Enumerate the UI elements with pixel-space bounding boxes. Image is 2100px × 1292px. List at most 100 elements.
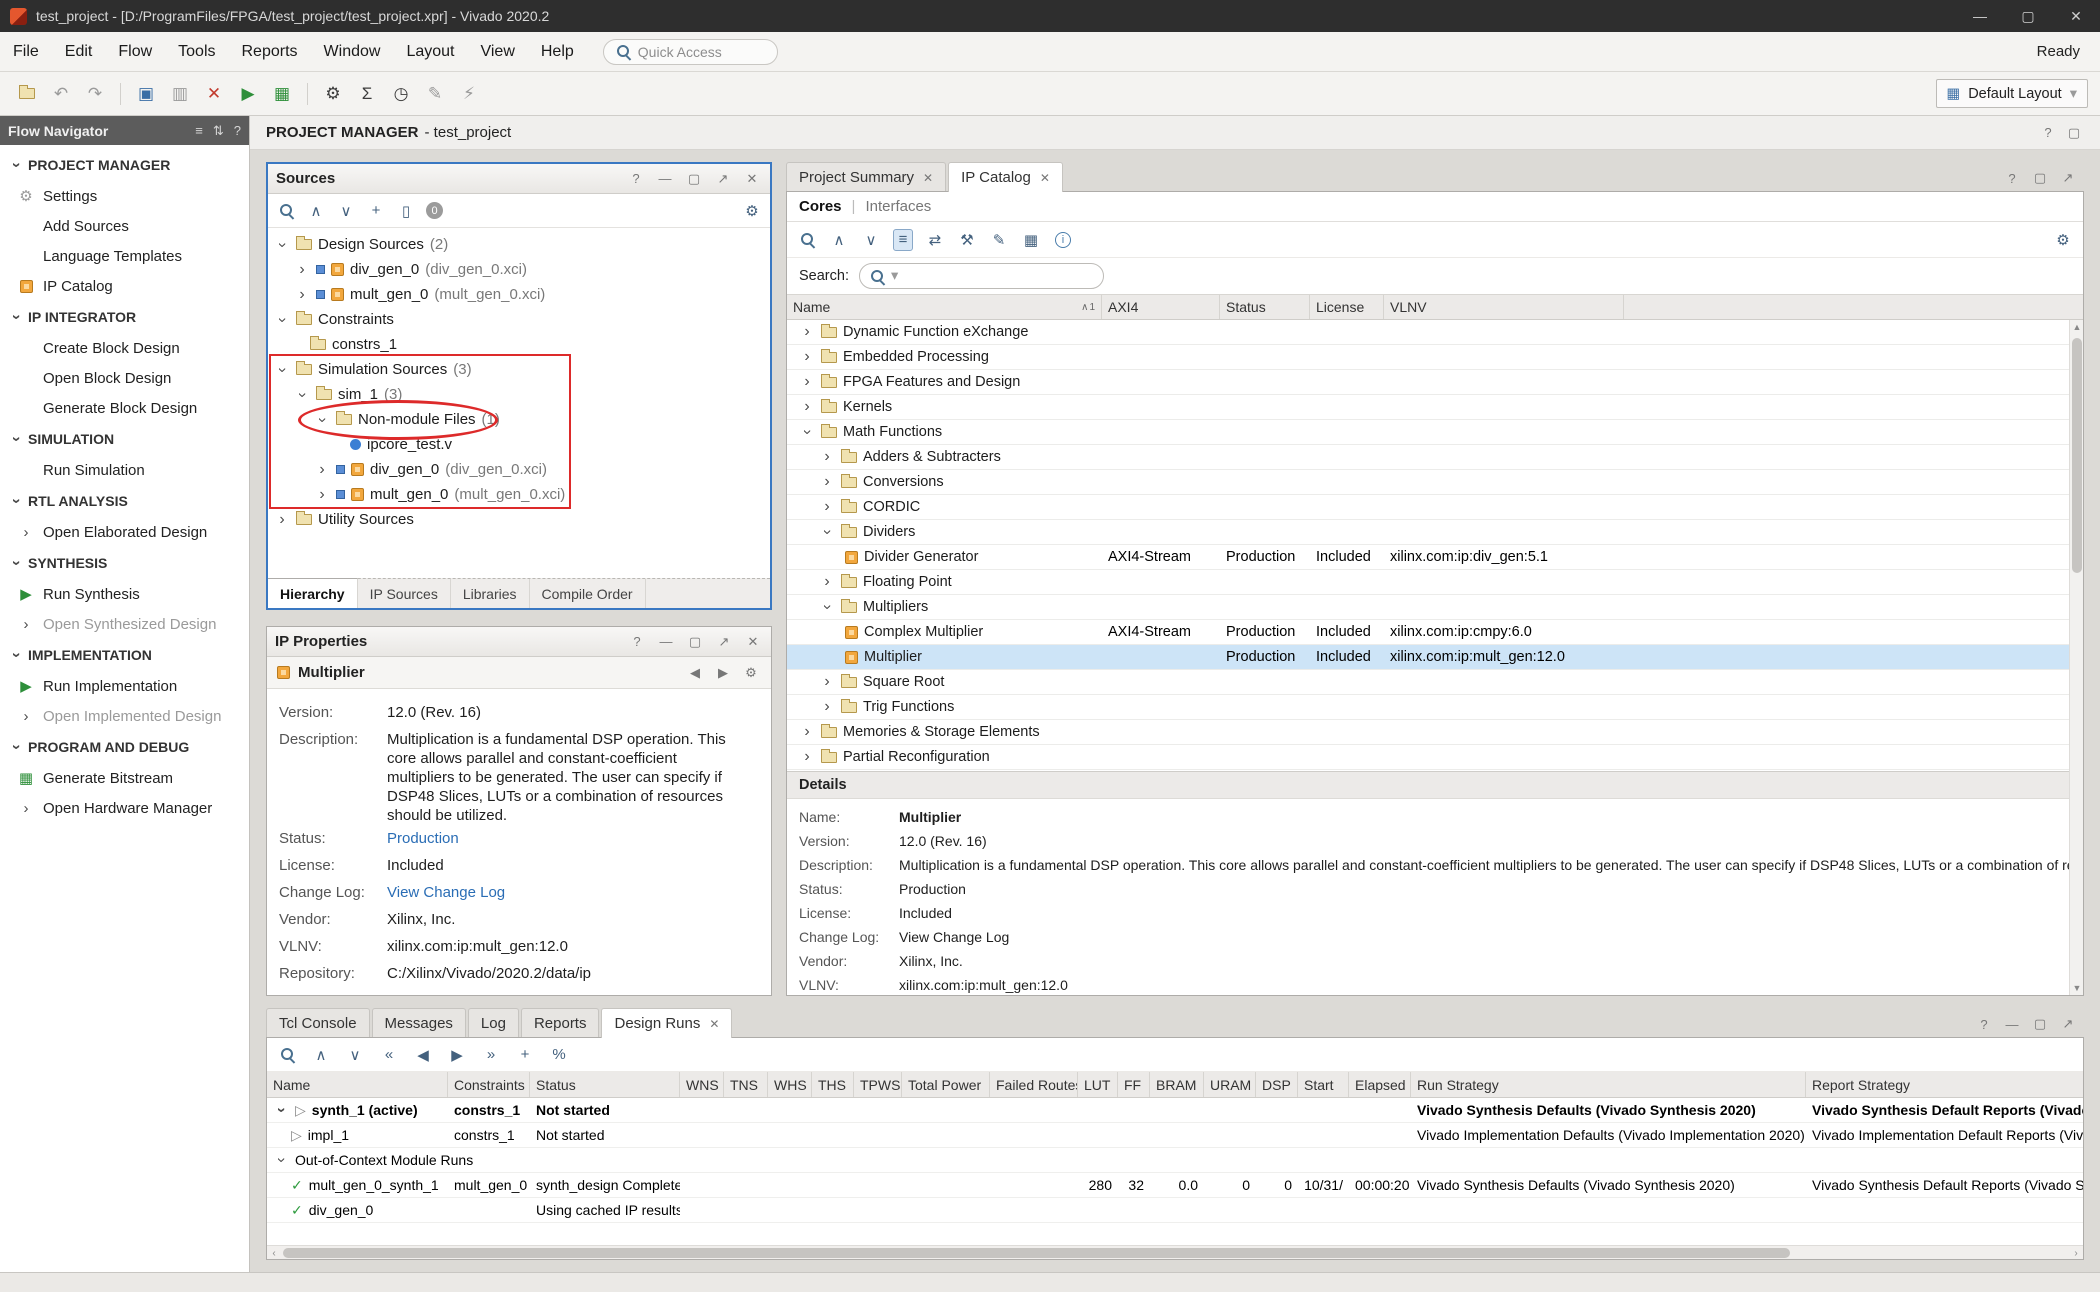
flow-item-language-templates[interactable]: Language Templates bbox=[0, 241, 249, 271]
undo-icon[interactable] bbox=[46, 79, 76, 109]
column-header-axi4[interactable]: AXI4 bbox=[1102, 295, 1220, 319]
float-icon[interactable] bbox=[2064, 125, 2084, 141]
help-icon[interactable] bbox=[1974, 1017, 1994, 1032]
tree-row-mult-gen[interactable]: mult_gen_0 (mult_gen_0.xci) bbox=[268, 282, 770, 307]
scroll-up-icon[interactable]: ▲ bbox=[2070, 320, 2084, 334]
chevron-right-icon[interactable] bbox=[314, 462, 330, 478]
hierarchy-view-icon[interactable] bbox=[893, 229, 913, 251]
timer-icon[interactable] bbox=[386, 79, 416, 109]
search-icon[interactable] bbox=[277, 1044, 297, 1066]
tab-compile-order[interactable]: Compile Order bbox=[530, 579, 646, 608]
catalog-row[interactable]: Math Functions bbox=[787, 420, 2083, 445]
menu-help[interactable]: Help bbox=[528, 32, 587, 71]
help-icon[interactable] bbox=[2038, 125, 2058, 140]
last-run-icon[interactable] bbox=[481, 1044, 501, 1066]
ip-search-input[interactable] bbox=[904, 268, 1093, 284]
flow-section-ip-integrator[interactable]: IP INTEGRATOR bbox=[0, 301, 249, 333]
catalog-row[interactable]: Memories & Storage Elements bbox=[787, 720, 2083, 745]
step-back-icon[interactable] bbox=[413, 1044, 433, 1066]
collapse-all-icon[interactable] bbox=[306, 200, 326, 222]
maximize-panel-icon[interactable] bbox=[2058, 1016, 2078, 1032]
sum-icon[interactable] bbox=[352, 79, 382, 109]
flow-item-open-block-design[interactable]: Open Block Design bbox=[0, 363, 249, 393]
tab-tcl-console[interactable]: Tcl Console bbox=[266, 1008, 370, 1038]
help-icon[interactable] bbox=[626, 171, 646, 186]
chevron-down-icon[interactable] bbox=[273, 1102, 289, 1118]
column-header-wns[interactable]: WNS bbox=[680, 1072, 724, 1097]
expand-collapse-icon[interactable] bbox=[213, 123, 224, 139]
collapse-all-icon[interactable] bbox=[829, 229, 849, 251]
subtab-cores[interactable]: Cores bbox=[799, 198, 842, 215]
menu-flow[interactable]: Flow bbox=[105, 32, 165, 71]
tab-ip-catalog[interactable]: IP Catalog bbox=[948, 162, 1063, 192]
column-header-status[interactable]: Status bbox=[1220, 295, 1310, 319]
float-panel-icon[interactable] bbox=[685, 634, 705, 650]
flow-item-create-block-design[interactable]: Create Block Design bbox=[0, 333, 249, 363]
column-header-dsp[interactable]: DSP bbox=[1256, 1072, 1298, 1097]
menu-tools[interactable]: Tools bbox=[165, 32, 228, 71]
close-icon[interactable] bbox=[923, 171, 933, 185]
catalog-row-complex-multiplier[interactable]: Complex Multiplier AXI4-Stream Productio… bbox=[787, 620, 2083, 645]
chevron-down-icon[interactable] bbox=[294, 387, 310, 403]
tab-libraries[interactable]: Libraries bbox=[451, 579, 530, 608]
column-header-bram[interactable]: BRAM bbox=[1150, 1072, 1204, 1097]
help-icon[interactable] bbox=[234, 123, 241, 138]
grid-view-icon[interactable] bbox=[1021, 229, 1041, 251]
tree-row-simulation-sources[interactable]: Simulation Sources (3) bbox=[268, 357, 770, 382]
copy-icon[interactable] bbox=[165, 79, 195, 109]
create-run-icon[interactable] bbox=[515, 1044, 535, 1066]
flow-item-open-elaborated-design[interactable]: Open Elaborated Design bbox=[0, 517, 249, 547]
tree-row-ipcore-test[interactable]: ipcore_test.v bbox=[268, 432, 770, 457]
catalog-row[interactable]: CORDIC bbox=[787, 495, 2083, 520]
expand-all-icon[interactable] bbox=[345, 1044, 365, 1066]
chevron-down-icon[interactable] bbox=[274, 312, 290, 328]
column-header-name[interactable]: Name bbox=[267, 1072, 448, 1097]
tree-row-non-module-files[interactable]: Non-module Files (1) bbox=[268, 407, 770, 432]
flow-item-generate-block-design[interactable]: Generate Block Design bbox=[0, 393, 249, 423]
column-header-status[interactable]: Status bbox=[530, 1072, 680, 1097]
column-header-start[interactable]: Start bbox=[1298, 1072, 1349, 1097]
catalog-row[interactable]: Square Root bbox=[787, 670, 2083, 695]
tab-messages[interactable]: Messages bbox=[372, 1008, 466, 1038]
column-header-vlnv[interactable]: VLNV bbox=[1384, 295, 1624, 319]
expand-all-icon[interactable] bbox=[861, 229, 881, 251]
catalog-row[interactable]: Partial Reconfiguration bbox=[787, 745, 2083, 770]
column-header-constraints[interactable]: Constraints bbox=[448, 1072, 530, 1097]
flow-item-open-synthesized-design[interactable]: Open Synthesized Design bbox=[0, 609, 249, 639]
view-change-log-link[interactable]: View Change Log bbox=[387, 883, 505, 902]
catalog-search-box[interactable] bbox=[859, 263, 1104, 289]
chevron-right-icon[interactable] bbox=[799, 324, 815, 340]
design-run-row-div-gen[interactable]: div_gen_0 Using cached IP results bbox=[267, 1198, 2083, 1223]
column-header-tns[interactable]: TNS bbox=[724, 1072, 768, 1097]
abort-icon[interactable] bbox=[199, 79, 229, 109]
search-icon[interactable] bbox=[276, 200, 296, 222]
float-panel-icon[interactable] bbox=[2030, 1016, 2050, 1032]
column-header-tpws[interactable]: TPWS bbox=[854, 1072, 902, 1097]
redo-icon[interactable] bbox=[80, 79, 110, 109]
flow-item-open-implemented-design[interactable]: Open Implemented Design bbox=[0, 701, 249, 731]
status-link[interactable]: Production bbox=[899, 881, 966, 897]
chevron-down-icon[interactable] bbox=[314, 412, 330, 428]
tree-row-sim-1[interactable]: sim_1 (3) bbox=[268, 382, 770, 407]
chevron-down-icon[interactable] bbox=[274, 237, 290, 253]
tree-row-design-sources[interactable]: Design Sources (2) bbox=[268, 232, 770, 257]
info-icon[interactable] bbox=[1053, 229, 1073, 251]
settings-gear-icon[interactable] bbox=[741, 665, 761, 681]
design-run-group-out-of-context[interactable]: Out-of-Context Module Runs bbox=[267, 1148, 2083, 1173]
customize-ip-icon[interactable] bbox=[957, 229, 977, 251]
catalog-row[interactable]: Conversions bbox=[787, 470, 2083, 495]
menu-reports[interactable]: Reports bbox=[229, 32, 311, 71]
catalog-row[interactable]: Dynamic Function eXchange bbox=[787, 320, 2083, 345]
chevron-down-icon[interactable] bbox=[274, 362, 290, 378]
menu-window[interactable]: Window bbox=[311, 32, 394, 71]
catalog-row[interactable]: Embedded Processing bbox=[787, 345, 2083, 370]
flow-item-open-hardware-manager[interactable]: Open Hardware Manager bbox=[0, 793, 249, 823]
tree-row-constraints[interactable]: Constraints bbox=[268, 307, 770, 332]
horizontal-scrollbar[interactable]: ‹ › bbox=[267, 1245, 2083, 1259]
menu-edit[interactable]: Edit bbox=[52, 32, 106, 71]
chevron-right-icon[interactable] bbox=[799, 724, 815, 740]
first-run-icon[interactable] bbox=[379, 1044, 399, 1066]
column-header-report-strategy[interactable]: Report Strategy bbox=[1806, 1072, 1916, 1097]
catalog-row[interactable]: Trig Functions bbox=[787, 695, 2083, 720]
run-icon[interactable] bbox=[447, 1044, 467, 1066]
